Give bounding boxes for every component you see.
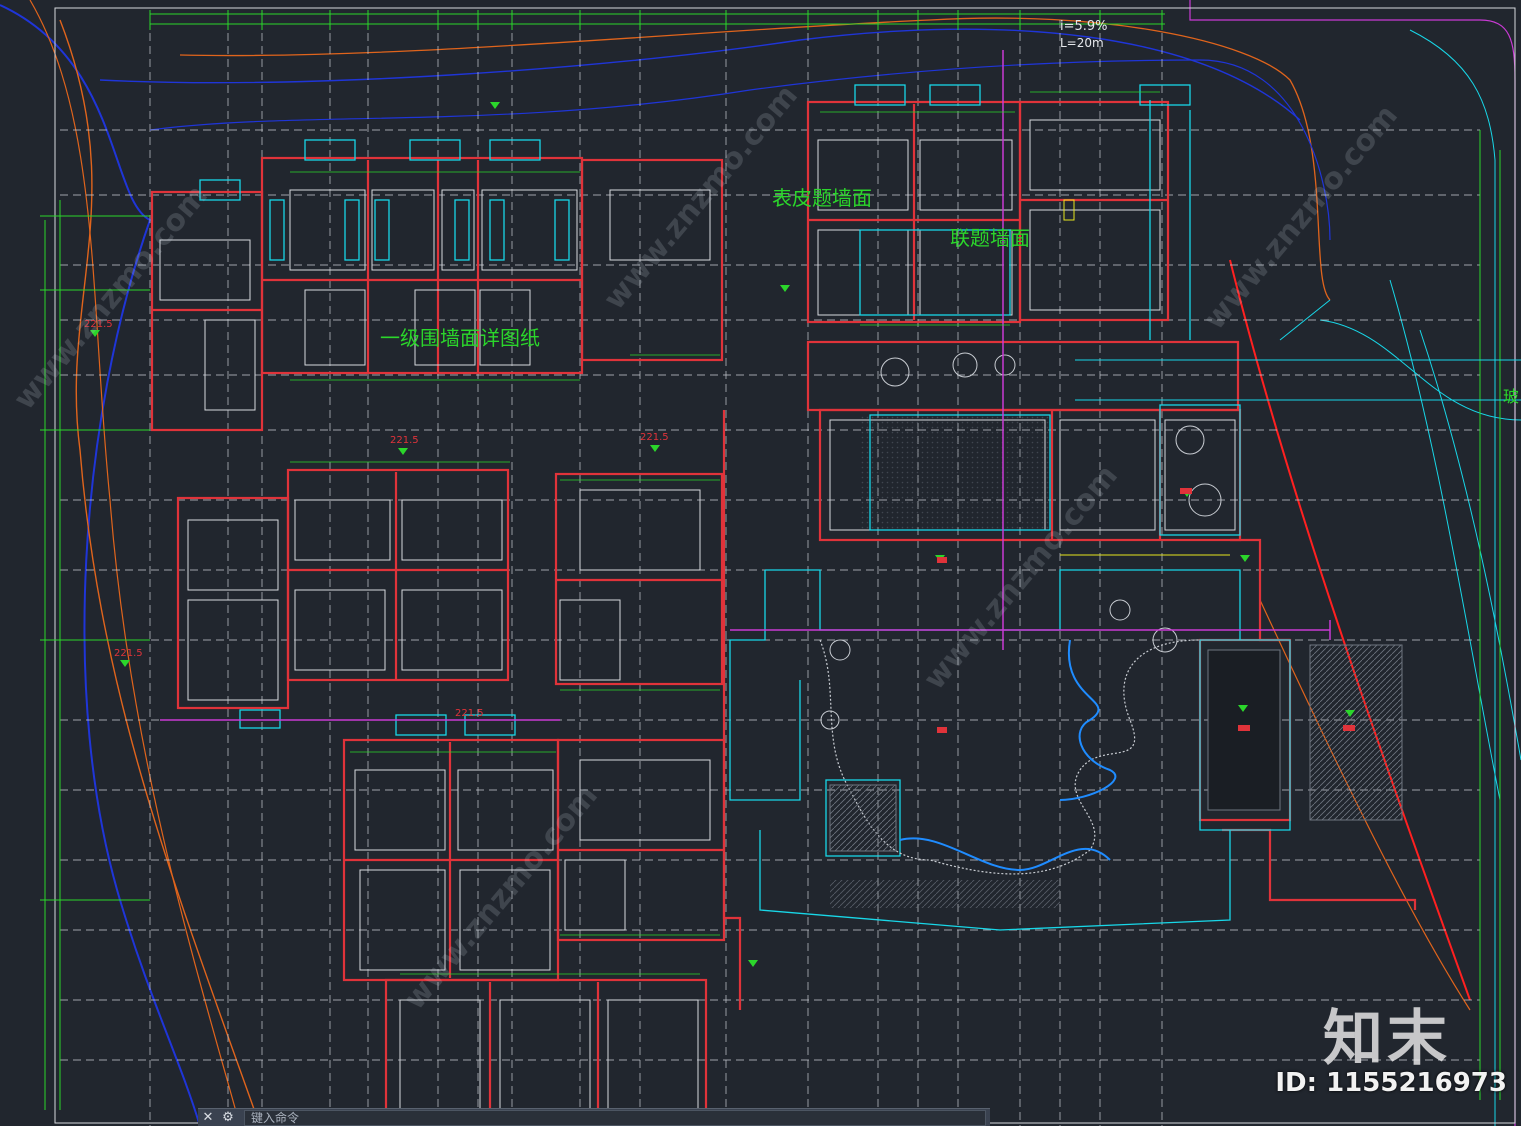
elevation-tag-2: 221.5 — [114, 648, 143, 659]
slope-note: i=5.9% — [1060, 19, 1108, 34]
edge-label: 玻 — [1503, 387, 1519, 406]
watermark-id: ID: 1155216973 — [1275, 1068, 1507, 1098]
room-label-3: 一级围墙面详图纸 — [380, 326, 540, 350]
elevation-tag-3: 221.5 — [390, 435, 419, 446]
dimension-lines — [40, 13, 1501, 1110]
dimension-ticks — [149, 10, 1163, 30]
building-walls — [150, 100, 1417, 1122]
cad-viewport[interactable]: i=5.9% L=20m 表皮题墙面 联题墙面 一级围墙面详图纸 221.5 2… — [0, 0, 1521, 1126]
room-label-2: 联题墙面 — [950, 226, 1030, 250]
fixtures-cyan — [199, 84, 1291, 931]
elevation-tag-5: 221.5 — [455, 708, 484, 719]
room-label-1: 表皮题墙面 — [772, 186, 872, 210]
drawing-annotations: i=5.9% L=20m 表皮题墙面 联题墙面 一级围墙面详图纸 221.5 2… — [84, 19, 1519, 719]
floor-plan-drawing[interactable]: i=5.9% L=20m 表皮题墙面 联题墙面 一级围墙面详图纸 221.5 2… — [0, 0, 1521, 1126]
east-connectors — [1075, 299, 1521, 401]
elevation-tag-4: 221.5 — [640, 432, 669, 443]
command-input[interactable] — [244, 1110, 986, 1126]
watermark-logo: 知末 — [1323, 1004, 1451, 1074]
close-icon[interactable]: ✕ — [198, 1109, 218, 1126]
interior-partitions — [159, 119, 1236, 1111]
axis-grid — [60, 20, 1480, 1126]
command-line-bar: ✕ ⚙ — [198, 1108, 990, 1126]
customize-icon[interactable]: ⚙ — [218, 1109, 238, 1126]
length-note: L=20m — [1060, 36, 1104, 50]
